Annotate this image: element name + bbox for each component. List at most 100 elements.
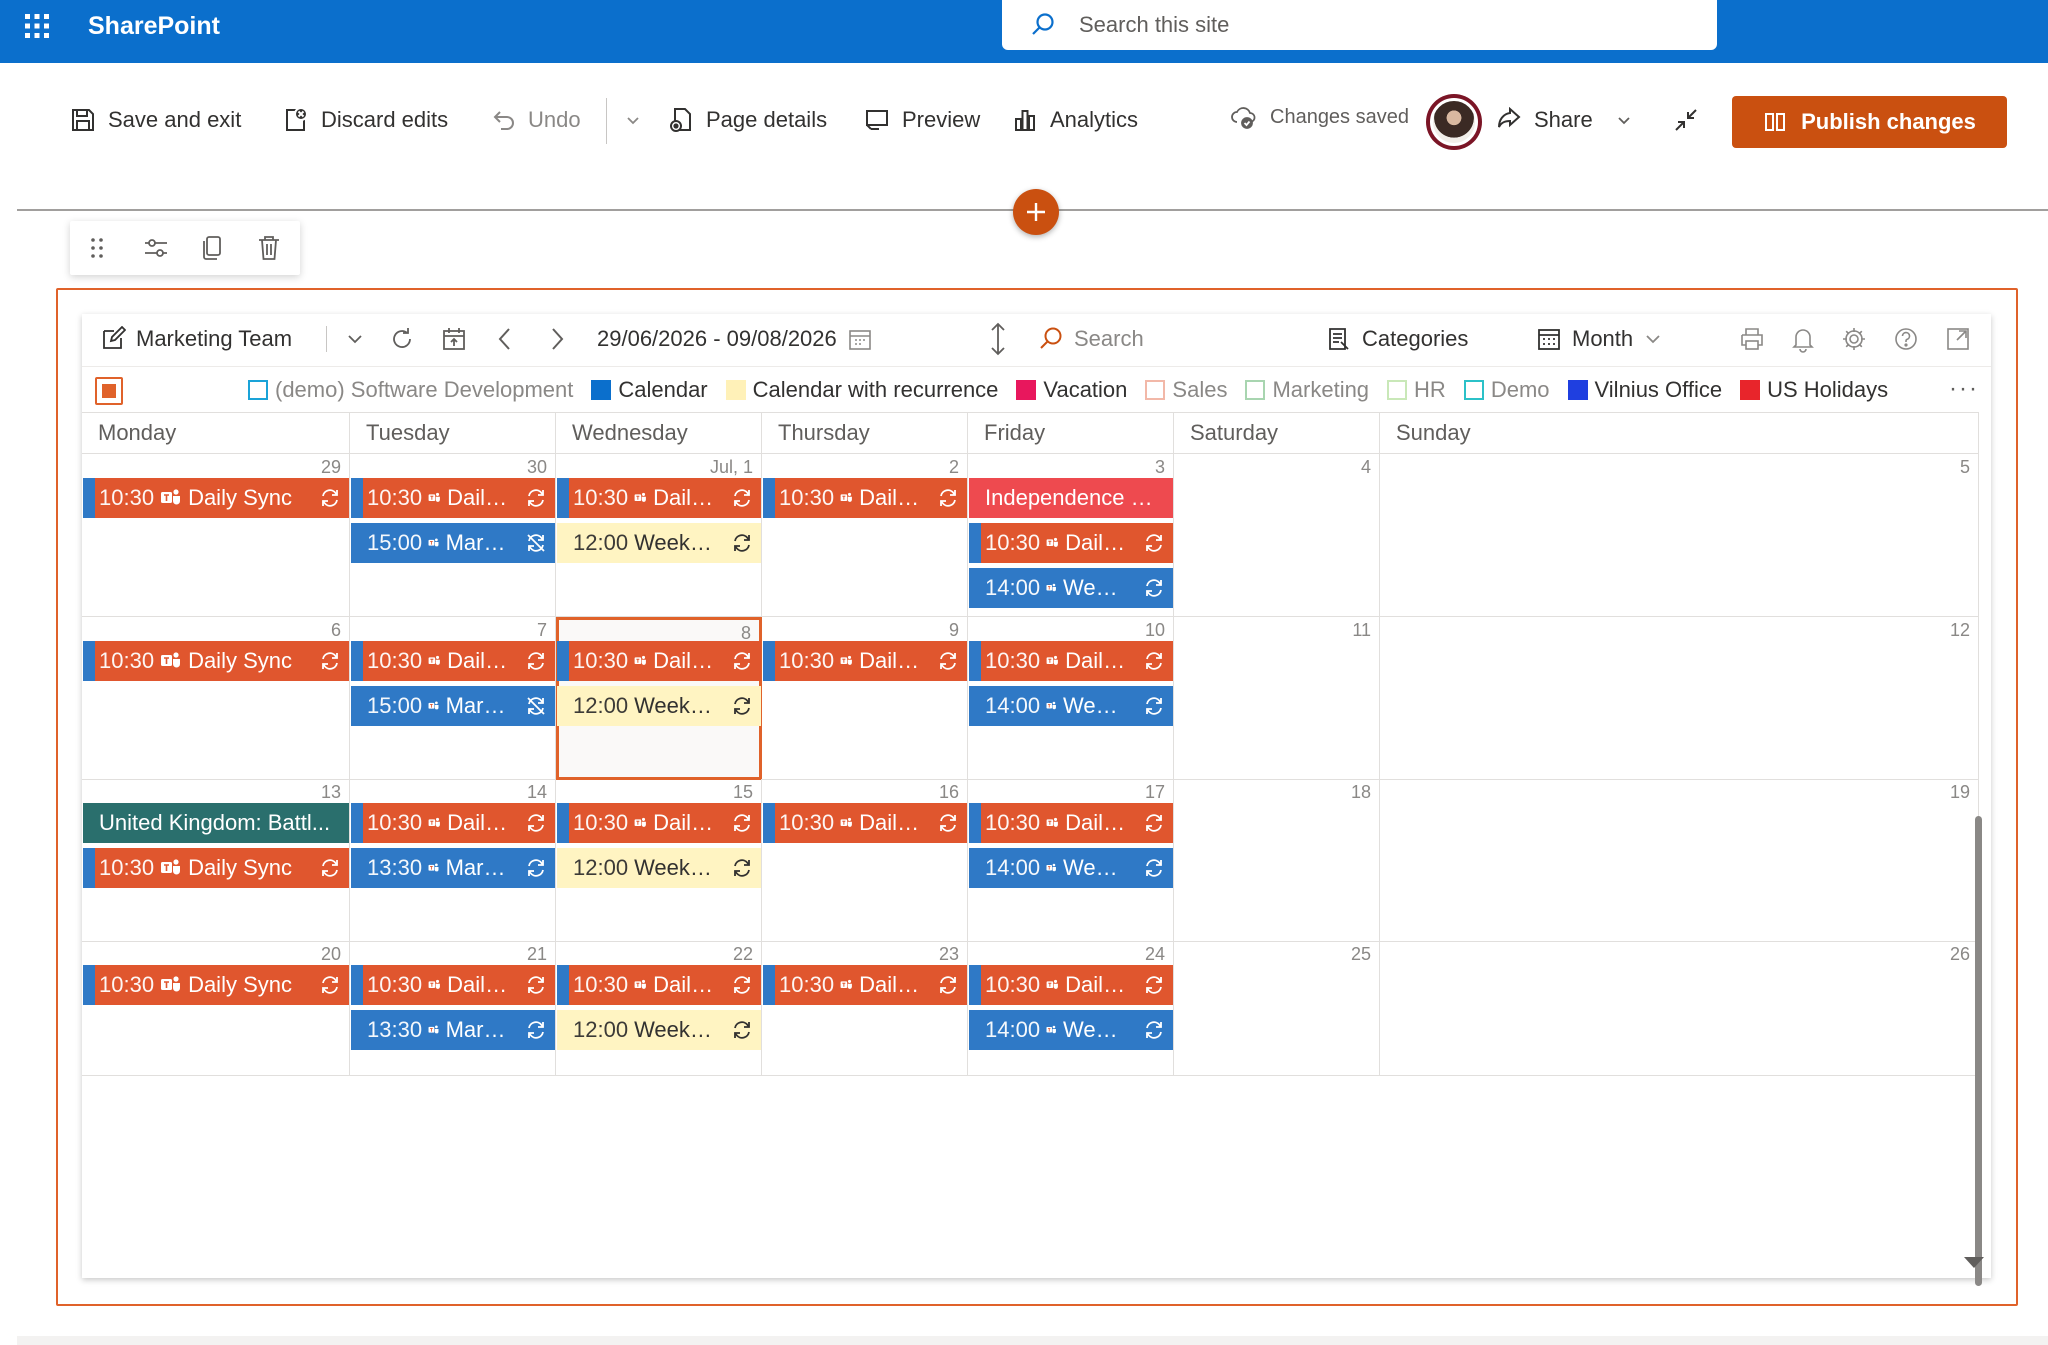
- settings-sliders-icon[interactable]: [142, 234, 170, 262]
- previous-button[interactable]: [494, 323, 516, 355]
- calendar-event[interactable]: Independence Day: [969, 478, 1173, 518]
- calendar-event[interactable]: 10:30 Daily Sync: [557, 478, 761, 518]
- scroll-down-icon[interactable]: [1963, 1254, 1985, 1270]
- day-cell[interactable]: 22: [556, 941, 762, 1076]
- calendar-event[interactable]: 10:30 Daily Sync: [763, 965, 967, 1005]
- calendar-event[interactable]: 10:30 Daily Sync: [969, 965, 1173, 1005]
- calendar-event[interactable]: United Kingdom: Battl...: [83, 803, 349, 843]
- legend-item[interactable]: HR: [1387, 377, 1446, 403]
- add-section-button[interactable]: [1013, 189, 1059, 235]
- refresh-button[interactable]: [388, 323, 416, 355]
- row-height-button[interactable]: [988, 322, 1008, 356]
- drag-handle-icon[interactable]: [88, 234, 106, 262]
- save-exit-button[interactable]: Save and exit: [70, 100, 241, 140]
- calendar-scrollbar[interactable]: [1973, 816, 1983, 1286]
- calendar-event[interactable]: 10:30 Daily Sync: [351, 965, 555, 1005]
- publish-changes-button[interactable]: Publish changes: [1732, 96, 2007, 148]
- calendar-event[interactable]: 12:00Weekly sync: [557, 1010, 761, 1050]
- legend-item[interactable]: (demo) Software Development: [248, 377, 573, 403]
- calendar-event[interactable]: 10:30 Daily Sync: [763, 641, 967, 681]
- select-all-checkbox[interactable]: [95, 377, 123, 405]
- calendar-switch-dropdown[interactable]: [326, 323, 365, 355]
- calendar-event[interactable]: 12:00Weekly sync: [557, 848, 761, 888]
- legend-item[interactable]: Sales: [1145, 377, 1227, 403]
- calendar-event[interactable]: 15:00 Marketing ...: [351, 523, 555, 563]
- calendar-event[interactable]: 15:00 Marketing ...: [351, 686, 555, 726]
- app-name[interactable]: SharePoint: [88, 9, 220, 43]
- calendar-event[interactable]: 13:30 Marketing ...: [351, 1010, 555, 1050]
- legend-item[interactable]: Demo: [1463, 377, 1550, 403]
- calendar-event[interactable]: 14:00 Weekly We...: [969, 686, 1173, 726]
- legend-item[interactable]: Marketing: [1245, 377, 1369, 403]
- settings-button[interactable]: [1840, 323, 1868, 355]
- collapse-button[interactable]: [1672, 100, 1700, 140]
- day-number: 25: [1350, 944, 1371, 964]
- view-selector[interactable]: Month: [1536, 323, 1663, 355]
- day-cell[interactable]: 25: [1174, 941, 1380, 1076]
- day-cell[interactable]: 24: [968, 941, 1174, 1076]
- today-button[interactable]: [440, 323, 468, 355]
- analytics-button[interactable]: Analytics: [1012, 100, 1138, 140]
- calendar-event[interactable]: 10:30 Daily Sync: [83, 478, 349, 518]
- more-icon[interactable]: ···: [1949, 375, 1979, 403]
- calendar-event[interactable]: 13:30 Marketing ...: [351, 848, 555, 888]
- calendar-search[interactable]: Search: [1038, 323, 1144, 355]
- more-dropdown-button[interactable]: [624, 100, 642, 140]
- print-button[interactable]: [1738, 323, 1766, 355]
- day-cell[interactable]: 20: [82, 941, 350, 1076]
- calendar-event[interactable]: 10:30 Daily Sync: [351, 641, 555, 681]
- undo-button[interactable]: Undo: [490, 100, 581, 140]
- calendar-event[interactable]: 10:30 Daily Sync: [763, 803, 967, 843]
- calendar-event[interactable]: 10:30 Daily Sync: [557, 641, 761, 681]
- calendar-event[interactable]: 10:30 Daily Sync: [83, 848, 349, 888]
- day-cell[interactable]: 18: [1174, 779, 1380, 942]
- calendar-event[interactable]: 10:30 Daily Sync: [351, 478, 555, 518]
- day-cell[interactable]: 5: [1380, 454, 1979, 617]
- calendar-event[interactable]: 10:30 Daily Sync: [83, 965, 349, 1005]
- app-launcher-icon[interactable]: [22, 11, 52, 41]
- day-cell[interactable]: 26: [1380, 941, 1979, 1076]
- date-range-picker[interactable]: 29/06/2026 - 09/08/2026: [597, 323, 873, 355]
- delete-icon[interactable]: [256, 234, 282, 262]
- calendar-event[interactable]: 12:00Weekly sync: [557, 523, 761, 563]
- discard-edits-button[interactable]: Discard edits: [283, 100, 448, 140]
- legend-item[interactable]: US Holidays: [1740, 377, 1888, 403]
- event-recurrence: [731, 857, 753, 879]
- calendar-event[interactable]: 14:00 Weekly We...: [969, 1010, 1173, 1050]
- legend-item[interactable]: Vilnius Office: [1567, 377, 1722, 403]
- legend-item[interactable]: Vacation: [1016, 377, 1127, 403]
- notifications-button[interactable]: [1790, 323, 1816, 355]
- open-external-button[interactable]: [1944, 323, 1972, 355]
- calendar-event[interactable]: 14:00 Weekly We...: [969, 568, 1173, 608]
- share-button[interactable]: Share: [1496, 100, 1633, 140]
- event-label: 12:00Weekly sync: [573, 1017, 715, 1043]
- duplicate-icon[interactable]: [200, 234, 226, 262]
- help-button[interactable]: [1892, 323, 1920, 355]
- categories-button[interactable]: Categories: [1326, 323, 1468, 355]
- day-cell[interactable]: 19: [1380, 779, 1979, 942]
- calendar-event[interactable]: 10:30 Daily Sync: [763, 478, 967, 518]
- calendar-event[interactable]: 10:30 Daily Sync: [969, 523, 1173, 563]
- legend-item[interactable]: Calendar with recurrence: [725, 377, 998, 403]
- day-cell[interactable]: 4: [1174, 454, 1380, 617]
- site-search-box[interactable]: Search this site: [1002, 0, 1717, 50]
- day-cell[interactable]: 23: [762, 941, 968, 1076]
- day-cell[interactable]: 21: [350, 941, 556, 1076]
- calendar-event[interactable]: 10:30 Daily Sync: [83, 641, 349, 681]
- calendar-event[interactable]: 14:00 Weekly We...: [969, 848, 1173, 888]
- avatar[interactable]: [1426, 94, 1482, 150]
- preview-button[interactable]: Preview: [864, 100, 980, 140]
- recurrence-exception-icon: [527, 697, 545, 715]
- calendar-event[interactable]: 10:30 Daily Sync: [557, 965, 761, 1005]
- calendar-event[interactable]: 10:30 Daily Sync: [969, 641, 1173, 681]
- calendar-event[interactable]: 10:30 Daily Sync: [351, 803, 555, 843]
- next-button[interactable]: [546, 323, 568, 355]
- legend-item[interactable]: Calendar: [591, 377, 708, 403]
- calendar-name-button[interactable]: Marketing Team: [100, 323, 292, 355]
- page-details-button[interactable]: Page details: [668, 100, 827, 140]
- calendar-event[interactable]: 10:30 Daily Sync: [969, 803, 1173, 843]
- calendar-event[interactable]: 10:30 Daily Sync: [557, 803, 761, 843]
- calendar-event[interactable]: 12:00Weekly sync: [557, 686, 761, 726]
- day-cell[interactable]: 11: [1174, 617, 1380, 780]
- day-cell[interactable]: 12: [1380, 617, 1979, 780]
